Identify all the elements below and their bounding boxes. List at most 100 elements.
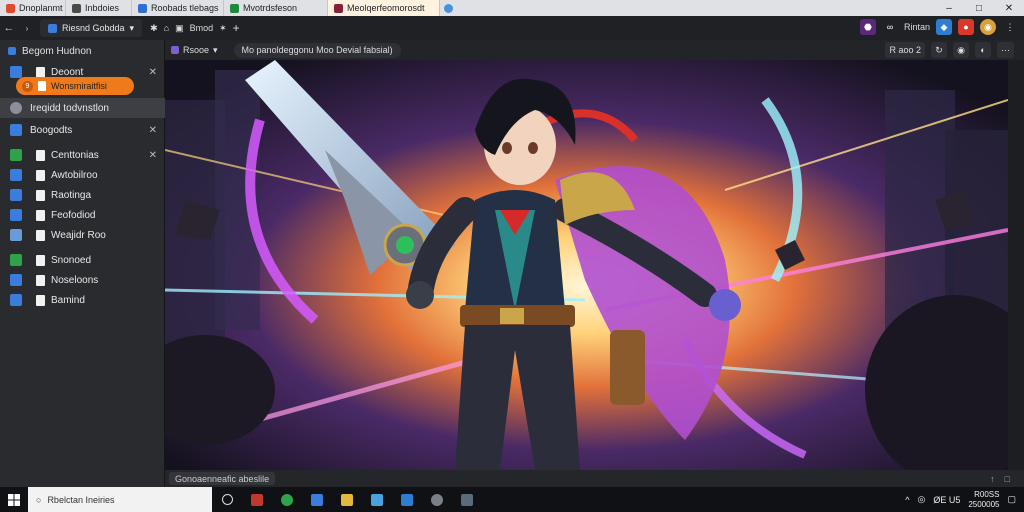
zoom-button[interactable]: R aoo 2 [885, 42, 925, 58]
clock[interactable]: R00SS 2500005 [968, 490, 999, 510]
star-icon[interactable]: ✶ [219, 23, 227, 34]
page-icon [10, 124, 22, 136]
sidebar-item[interactable]: Snonoed [0, 250, 165, 270]
browser-tab-active[interactable]: Meolqerfeomorosdt [328, 0, 440, 16]
app-icon [10, 149, 22, 161]
pencil-icon [10, 66, 22, 78]
status-actions: ↑ □ [990, 474, 1010, 484]
sidebar: Begom Hudnon Deoont ✕ 9 Wonsmiraitfisi I… [0, 40, 165, 487]
workspace-icon [8, 47, 16, 55]
forward-button[interactable]: › [18, 19, 36, 37]
tab-favicon-icon [334, 3, 343, 13]
tab-label: Roobads tlebags [151, 3, 219, 13]
close-window-button[interactable]: ✕ [994, 0, 1024, 16]
pane-tab-bar: Rsooe ▾ Mo panoldeggonu Moo Devial fabsi… [165, 40, 1024, 60]
edit-icon [10, 189, 22, 201]
photos-icon[interactable] [452, 487, 482, 512]
address-bar[interactable]: Mo panoldeggonu Moo Devial fabsial) [233, 42, 401, 58]
badge-label: Wonsmiraitfisi [51, 81, 107, 91]
link-icon[interactable]: ∞ [882, 19, 898, 35]
vertical-scrollbar[interactable] [1008, 60, 1024, 470]
alert-icon[interactable]: ● [958, 19, 974, 35]
taskbar-search[interactable]: ○ Rbelctan Ineiries [28, 487, 212, 512]
tab-label: Dnoplanmt b [19, 3, 66, 13]
document-icon [36, 254, 45, 266]
profile-icon[interactable]: ◆ [936, 19, 952, 35]
sidebar-item[interactable]: Awtobilroo [0, 165, 165, 185]
tool-icon[interactable]: ▣ [175, 23, 184, 34]
sidebar-item-label: Centtonias [51, 149, 99, 161]
shield-icon[interactable]: ◉ [953, 42, 969, 58]
sidebar-item-label: Boogodts [30, 124, 73, 136]
new-tab-button[interactable] [440, 0, 456, 16]
notification-badge[interactable]: 9 Wonsmiraitfisi [16, 77, 134, 95]
toolbar-right-label[interactable]: Rintan [904, 22, 930, 32]
workspace-icon [48, 23, 57, 33]
app-icon[interactable] [242, 487, 272, 512]
document-icon [36, 209, 45, 221]
chevron-down-icon: ▾ [213, 44, 218, 55]
browser-tab[interactable]: Dnoplanmt b [0, 0, 66, 16]
sidebar-item[interactable]: Boogodts ✕ [0, 120, 165, 140]
close-icon[interactable]: ✕ [149, 67, 157, 78]
workspace-select[interactable]: Riesnd Gobdda ▾ [40, 19, 143, 37]
app-icon [10, 254, 22, 266]
anime-illustration [165, 60, 1008, 470]
start-button[interactable] [0, 487, 28, 512]
browser-tab[interactable]: Mvotrdsfeson [224, 0, 328, 16]
add-icon[interactable]: + [233, 21, 240, 35]
globe-icon [443, 3, 453, 13]
more-icon[interactable]: ⋯ [997, 42, 1014, 58]
pin-icon[interactable]: ✱ [150, 23, 158, 34]
refresh-icon[interactable]: ↻ [931, 42, 947, 58]
tool-label[interactable]: Bmod [190, 23, 214, 33]
browser-tab[interactable]: Roobads tlebags + [132, 0, 224, 16]
sidebar-title: Begom Hudnon [22, 45, 92, 57]
workspace-label: Riesnd Gobdda [62, 23, 125, 33]
network-icon[interactable]: ◎ [917, 494, 925, 505]
sidebar-item[interactable]: Weajidr Roo [0, 225, 165, 245]
sidebar-header: Begom Hudnon [0, 40, 164, 62]
back-button[interactable]: ← [0, 19, 18, 37]
task-view-icon[interactable] [212, 487, 242, 512]
sidebar-item[interactable]: Bamind [0, 290, 165, 310]
sidebar-item-label: Awtobilroo [51, 169, 98, 181]
app-icon[interactable] [392, 487, 422, 512]
tab-label: Meolqerfeomorosdt [347, 3, 425, 13]
document-icon [36, 294, 45, 306]
tab-label: Inbdoies [85, 3, 120, 13]
image-viewer[interactable] [165, 60, 1008, 470]
tray-text[interactable]: ØE U5 [933, 495, 960, 505]
close-icon[interactable]: ✕ [149, 125, 157, 136]
pane-tab[interactable]: Rsooe ▾ [165, 45, 224, 56]
settings-icon[interactable] [422, 487, 452, 512]
avatar[interactable]: ◉ [980, 19, 996, 35]
sidebar-item[interactable]: Centtonias ✕ [0, 145, 165, 165]
chevron-down-icon: ▾ [129, 22, 135, 33]
folder-icon [10, 229, 22, 241]
folder-icon[interactable]: ⌂ [164, 23, 169, 33]
store-icon[interactable] [302, 487, 332, 512]
sidebar-item[interactable]: Feofodiod [0, 205, 165, 225]
browser-tab[interactable]: Inbdoies [66, 0, 132, 16]
minimize-button[interactable]: – [934, 0, 964, 16]
status-bar: Gonoaenneafic abeslile ↑ □ [165, 470, 1024, 487]
sidebar-item[interactable]: Noseloons [0, 270, 165, 290]
theme-icon[interactable]: ◐ [975, 42, 991, 58]
extension-icon[interactable]: ⬣ [859, 19, 876, 35]
close-icon[interactable]: ✕ [149, 150, 157, 161]
browser-icon[interactable] [272, 487, 302, 512]
notification-icon[interactable]: ▢ [1007, 494, 1016, 505]
menu-icon[interactable]: ⋮ [1002, 19, 1018, 35]
sidebar-item-label: Snonoed [51, 254, 92, 266]
square-icon[interactable]: □ [1005, 474, 1010, 484]
sidebar-item-selected[interactable]: Ireqidd todvnstlon [0, 98, 165, 118]
mail-icon[interactable] [362, 487, 392, 512]
maximize-button[interactable]: □ [964, 0, 994, 16]
pane-tab-label: Rsooe [183, 45, 210, 55]
folder-icon[interactable] [332, 487, 362, 512]
edit-icon [10, 209, 22, 221]
sidebar-item[interactable]: Raotinga [0, 185, 165, 205]
chevron-up-icon[interactable]: ^ [905, 495, 909, 505]
arrow-up-icon[interactable]: ↑ [990, 474, 995, 484]
